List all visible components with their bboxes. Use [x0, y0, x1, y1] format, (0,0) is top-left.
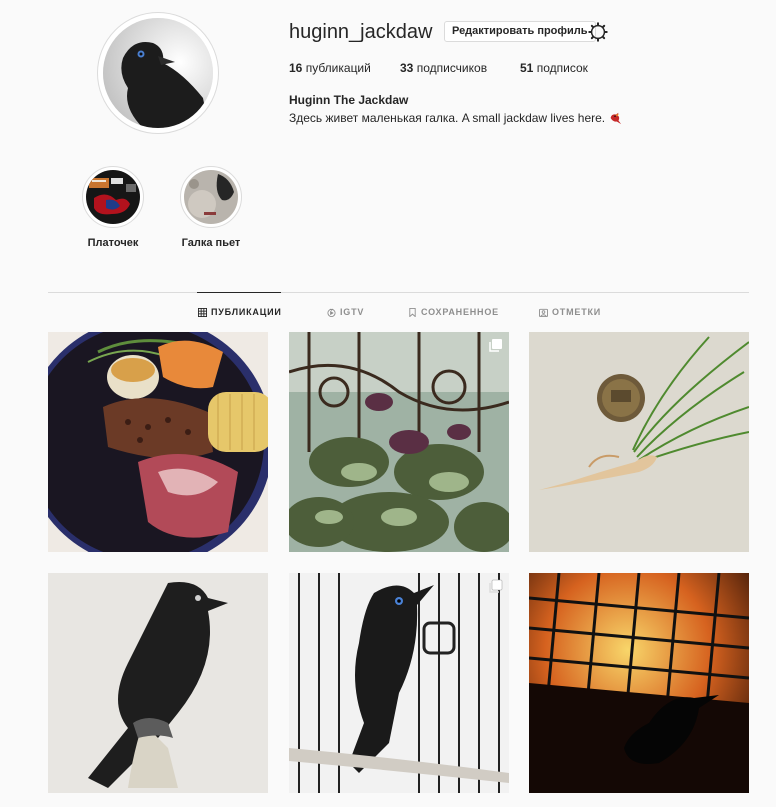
red-bird-emoji-icon	[610, 112, 622, 125]
post-image-coin-sprout	[529, 332, 749, 552]
bio-text: Здесь живет маленькая галка. A small jac…	[289, 111, 606, 125]
post-image-cage-silhouette	[529, 573, 749, 793]
grid-icon	[198, 307, 207, 317]
post-tile[interactable]	[529, 573, 749, 793]
post-tile[interactable]	[529, 332, 749, 552]
profile-avatar[interactable]	[97, 12, 219, 134]
settings-gear-icon[interactable]	[587, 21, 609, 43]
followers-label: подписчиков	[416, 61, 488, 75]
posts-label: публикаций	[305, 61, 371, 75]
tab-label: ОТМЕТКИ	[552, 307, 602, 317]
tab-posts[interactable]: ПУБЛИКАЦИИ	[198, 307, 282, 317]
following-count: 51	[520, 61, 534, 75]
tab-label: IGTV	[340, 307, 365, 317]
following-stat[interactable]: 51 подписок	[520, 61, 588, 75]
tagged-icon	[539, 308, 548, 317]
posts-stat: 16 публикаций	[289, 61, 371, 75]
multiple-photos-icon	[489, 579, 503, 593]
highlight-ring	[180, 166, 242, 228]
post-tile[interactable]	[48, 332, 268, 552]
highlight-ring	[82, 166, 144, 228]
igtv-icon	[327, 308, 336, 317]
followers-count: 33	[400, 61, 414, 75]
post-tile[interactable]	[48, 573, 268, 793]
highlight-cover-image	[86, 170, 140, 224]
tab-tagged[interactable]: ОТМЕТКИ	[539, 307, 601, 317]
profile-bio: Здесь живет маленькая галка. A small jac…	[289, 111, 622, 125]
tab-igtv[interactable]: IGTV	[327, 307, 364, 317]
profile-username: huginn_jackdaw	[289, 21, 433, 43]
edit-profile-button[interactable]: Редактировать профиль	[444, 21, 596, 42]
active-tab-indicator	[197, 292, 281, 293]
post-image-food-bowl	[48, 332, 268, 552]
followers-stat[interactable]: 33 подписчиков	[400, 61, 487, 75]
multiple-photos-icon	[489, 339, 502, 352]
post-tile[interactable]	[289, 573, 509, 793]
bookmark-icon	[409, 307, 416, 317]
profile-full-name: Huginn The Jackdaw	[289, 93, 409, 107]
highlight-galka-pet[interactable]: Галка пьет	[166, 166, 256, 249]
avatar-image	[103, 18, 213, 128]
posts-count: 16	[289, 61, 303, 75]
highlight-platochek[interactable]: Платочек	[68, 166, 158, 249]
post-image-jackdaw-cage	[289, 573, 509, 793]
post-image-jackdaw-perch	[48, 573, 268, 793]
post-image-basil-balcony	[289, 332, 509, 552]
highlight-cover-image	[184, 170, 238, 224]
tabs-divider	[48, 292, 749, 293]
tab-label: ПУБЛИКАЦИИ	[211, 307, 282, 317]
post-tile[interactable]	[289, 332, 509, 552]
tab-saved[interactable]: СОХРАНЕННОЕ	[408, 307, 499, 317]
highlight-label: Платочек	[87, 237, 139, 249]
tab-label: СОХРАНЕННОЕ	[421, 307, 499, 317]
following-label: подписок	[536, 61, 588, 75]
highlight-label: Галка пьет	[181, 237, 241, 249]
